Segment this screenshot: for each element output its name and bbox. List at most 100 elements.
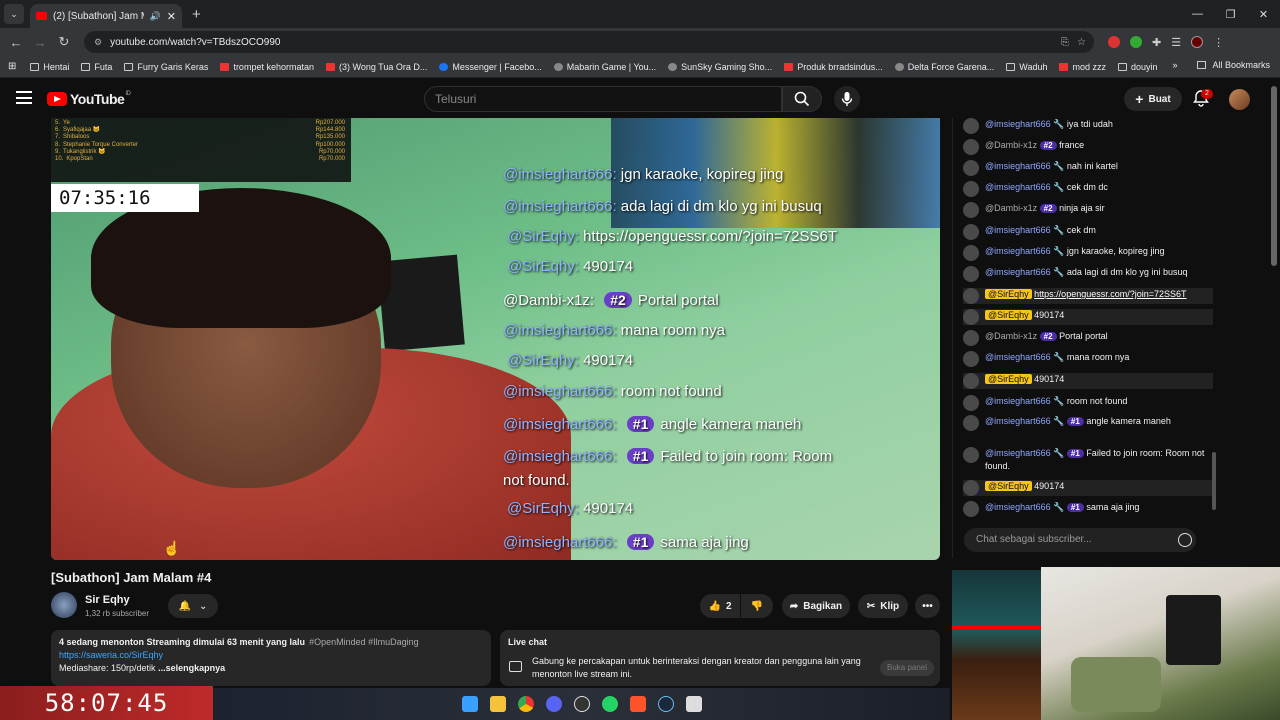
chat-message[interactable]: @Dambi-x1z #2 france bbox=[963, 139, 1213, 155]
chat-author[interactable]: @SirEqhy bbox=[985, 374, 1032, 384]
brave-icon[interactable] bbox=[629, 696, 646, 712]
install-icon[interactable]: ⎘ bbox=[1061, 37, 1069, 48]
chat-author[interactable]: @imsieghart666 🔧 bbox=[985, 448, 1064, 458]
speaker-icon[interactable]: 🔊 bbox=[150, 11, 161, 22]
close-window-button[interactable]: ✕ bbox=[1247, 0, 1280, 28]
channel-name[interactable]: Sir Eqhy bbox=[85, 594, 130, 606]
obs-icon[interactable] bbox=[573, 696, 590, 712]
chat-message[interactable]: @SirEqhy https://openguessr.com/?join=72… bbox=[963, 288, 1213, 304]
chat-author[interactable]: @Dambi-x1z bbox=[985, 331, 1037, 341]
menu-hamburger-icon[interactable] bbox=[16, 91, 32, 104]
search-input[interactable]: Telusuri bbox=[424, 86, 782, 112]
close-tab-icon[interactable]: ✕ bbox=[167, 10, 176, 23]
address-bar[interactable]: ⚙ youtube.com/watch?v=TBdszOCO990 ⎘ ☆ bbox=[84, 31, 1094, 53]
back-button[interactable]: ← bbox=[4, 35, 28, 50]
chat-message[interactable]: @Dambi-x1z #2 Portal portal bbox=[963, 330, 1213, 346]
chat-avatar[interactable] bbox=[963, 373, 979, 389]
chat-author[interactable]: @imsieghart666 🔧 bbox=[985, 119, 1064, 129]
description-box[interactable]: 4 sedang menonton Streaming dimulai 63 m… bbox=[51, 630, 491, 686]
create-button[interactable]: + Buat bbox=[1124, 87, 1182, 111]
chat-author[interactable]: @imsieghart666 🔧 bbox=[985, 182, 1064, 192]
steam-icon[interactable] bbox=[657, 696, 674, 712]
profile-icon[interactable] bbox=[1191, 36, 1204, 48]
chevron-right-icon[interactable]: » bbox=[1172, 60, 1177, 70]
page-scrollbar[interactable] bbox=[1271, 86, 1277, 266]
chat-avatar[interactable] bbox=[963, 202, 979, 218]
chat-message[interactable]: @imsieghart666 🔧 #1 Failed to join room:… bbox=[963, 447, 1213, 473]
minimize-button[interactable]: — bbox=[1181, 0, 1214, 28]
browser-tab-active[interactable]: (2) [Subathon] Jam Malam # 🔊 ✕ bbox=[30, 4, 182, 28]
bookmark-item[interactable]: (3) Wong Tua Ora D... bbox=[325, 62, 427, 72]
like-button[interactable]: 👍 2 bbox=[700, 594, 740, 618]
chat-message[interactable]: @imsieghart666 🔧 cek dm dc bbox=[963, 181, 1213, 197]
chat-message[interactable]: @imsieghart666 🔧 mana room nya bbox=[963, 351, 1213, 367]
share-button[interactable]: ➦ Bagikan bbox=[782, 594, 850, 618]
extensions-puzzle-icon[interactable]: ✚ bbox=[1152, 36, 1161, 49]
chat-avatar[interactable] bbox=[963, 447, 979, 463]
video-player[interactable]: 5. Ye Rp207.000 6. Syafiqajaa 🐱 Rp144.800 7. Sh… bbox=[51, 118, 940, 560]
chat-author[interactable]: @SirEqhy bbox=[985, 289, 1032, 299]
chat-avatar[interactable] bbox=[963, 160, 979, 176]
chat-author[interactable]: @imsieghart666 🔧 bbox=[985, 225, 1064, 235]
start-icon[interactable] bbox=[461, 696, 478, 712]
saweria-link[interactable]: https://saweria.co/SirEqhy bbox=[59, 650, 163, 660]
chat-scrollbar[interactable] bbox=[1212, 122, 1216, 517]
browser-menu-icon[interactable]: ⋮ bbox=[1213, 36, 1224, 49]
clip-button[interactable]: ✂ Klip bbox=[858, 594, 908, 618]
chat-message[interactable]: @imsieghart666 🔧 #1 angle kamera maneh bbox=[963, 415, 1213, 431]
open-panel-button[interactable]: Buka panel bbox=[880, 660, 934, 676]
chat-avatar[interactable] bbox=[963, 245, 979, 261]
extension-icon[interactable] bbox=[1108, 36, 1120, 48]
apps-grid-icon[interactable]: ⊞ bbox=[8, 61, 16, 72]
app-icon[interactable] bbox=[685, 696, 702, 712]
chat-avatar[interactable] bbox=[963, 330, 979, 346]
chat-message[interactable]: @imsieghart666 🔧 iya tdi udah bbox=[963, 118, 1213, 134]
chat-message[interactable]: @Dambi-x1z #2 ninja aja sir bbox=[963, 202, 1213, 218]
chat-avatar[interactable] bbox=[963, 266, 979, 282]
discord-icon[interactable] bbox=[545, 696, 562, 712]
chat-author[interactable]: @SirEqhy bbox=[985, 310, 1032, 320]
chat-message[interactable]: @imsieghart666 🔧 cek dm bbox=[963, 224, 1213, 240]
chat-author[interactable]: @imsieghart666 🔧 bbox=[985, 267, 1064, 277]
reload-button[interactable]: ↻ bbox=[52, 34, 76, 50]
reading-list-icon[interactable]: ☰ bbox=[1171, 36, 1181, 49]
bookmark-item[interactable]: Hentai bbox=[30, 62, 69, 72]
bookmark-item[interactable]: douyin bbox=[1117, 62, 1158, 72]
site-info-icon[interactable]: ⚙ bbox=[94, 37, 102, 48]
chat-message[interactable]: @imsieghart666 🔧 #1 sama aja jing bbox=[963, 501, 1213, 517]
chat-avatar[interactable] bbox=[963, 415, 979, 431]
tab-search-button[interactable]: ⌄ bbox=[4, 4, 24, 24]
chat-author[interactable]: @Dambi-x1z bbox=[985, 203, 1037, 213]
chat-avatar[interactable] bbox=[963, 395, 979, 411]
chat-avatar[interactable] bbox=[963, 224, 979, 240]
chat-message[interactable]: @SirEqhy 490174 bbox=[963, 373, 1213, 389]
bookmark-item[interactable]: Produk brradsindus... bbox=[784, 62, 883, 72]
chat-message[interactable]: @SirEqhy 490174 bbox=[963, 309, 1213, 325]
bookmark-item[interactable]: Furry Garis Keras bbox=[124, 62, 208, 72]
chat-avatar[interactable] bbox=[963, 501, 979, 517]
chat-avatar[interactable] bbox=[963, 181, 979, 197]
chat-author[interactable]: @imsieghart666 🔧 bbox=[985, 396, 1064, 406]
chat-author[interactable]: @imsieghart666 🔧 bbox=[985, 416, 1064, 426]
forward-button[interactable]: → bbox=[28, 35, 52, 50]
youtube-logo[interactable]: YouTube ID bbox=[47, 91, 131, 107]
chat-message[interactable]: @imsieghart666 🔧 nah ini kartel bbox=[963, 160, 1213, 176]
recommended-thumbnail[interactable] bbox=[952, 570, 1042, 720]
voice-search-button[interactable] bbox=[834, 86, 860, 112]
chat-avatar[interactable] bbox=[963, 288, 979, 304]
chat-author[interactable]: @SirEqhy bbox=[985, 481, 1032, 491]
chat-author[interactable]: @imsieghart666 🔧 bbox=[985, 246, 1064, 256]
bookmark-item[interactable]: mod zzz bbox=[1059, 62, 1106, 72]
chat-avatar[interactable] bbox=[963, 139, 979, 155]
channel-avatar[interactable] bbox=[51, 592, 77, 618]
chat-message[interactable]: @imsieghart666 🔧 room not found bbox=[963, 395, 1213, 411]
chat-author[interactable]: @Dambi-x1z bbox=[985, 140, 1037, 150]
chat-author[interactable]: @imsieghart666 🔧 bbox=[985, 502, 1064, 512]
chrome-icon[interactable] bbox=[517, 696, 534, 712]
bookmark-item[interactable]: Futa bbox=[81, 62, 112, 72]
whatsapp-icon[interactable] bbox=[601, 696, 618, 712]
bookmark-item[interactable]: Waduh bbox=[1006, 62, 1047, 72]
chat-link[interactable]: https://openguessr.com/?join=72SS6T bbox=[1034, 289, 1186, 299]
new-tab-button[interactable]: + bbox=[192, 6, 201, 23]
chat-message[interactable]: @imsieghart666 🔧 jgn karaoke, kopireg ji… bbox=[963, 245, 1213, 261]
